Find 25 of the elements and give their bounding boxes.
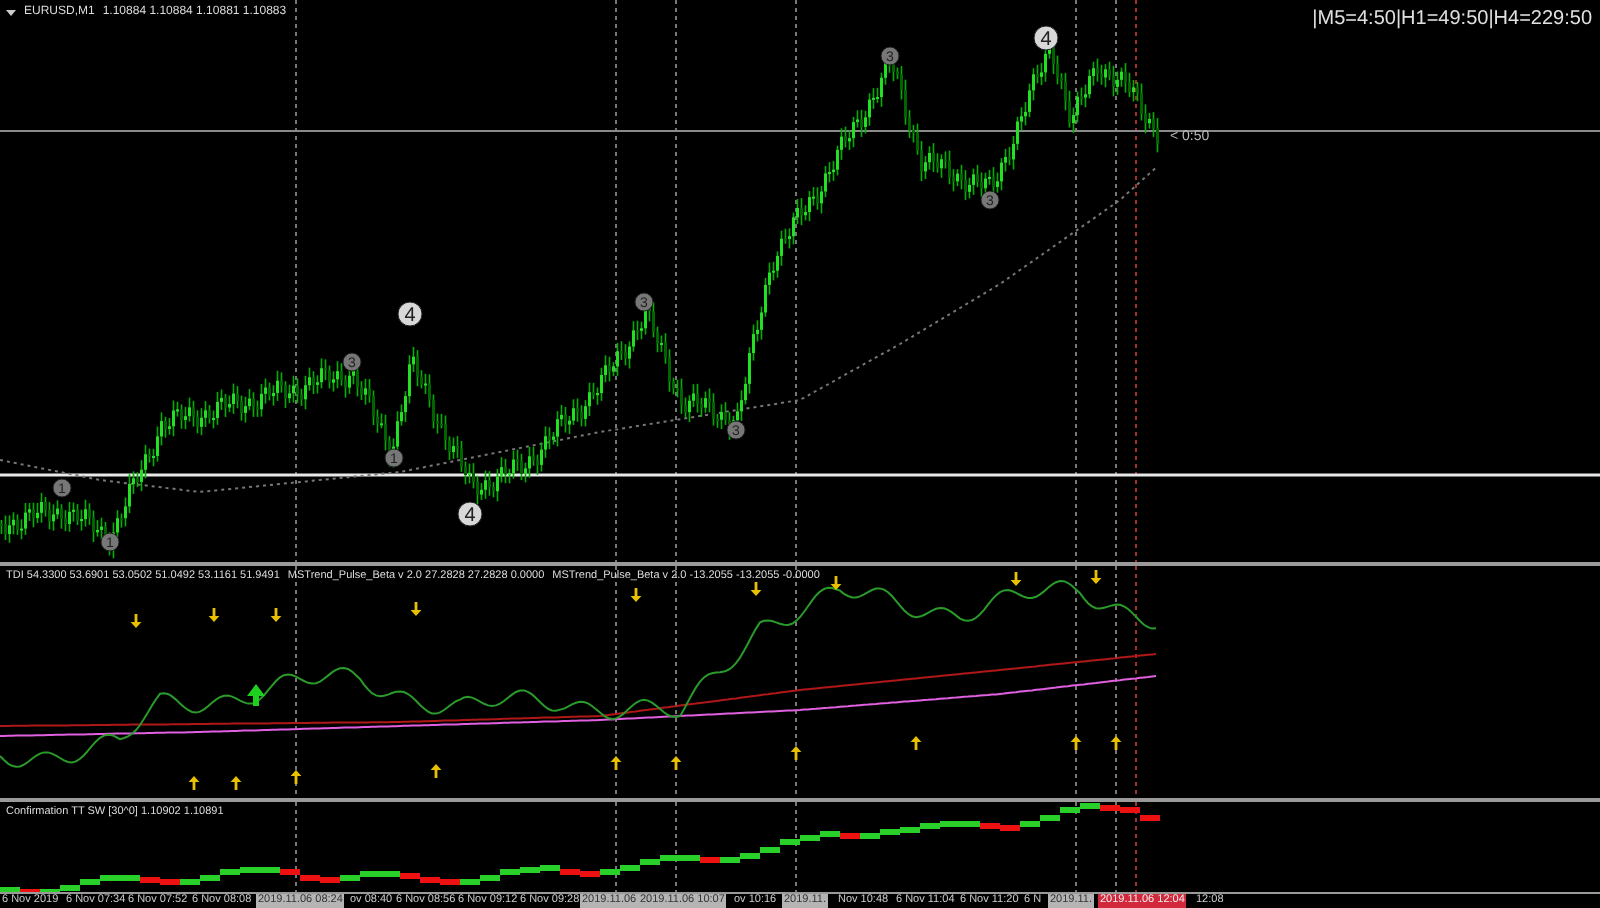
up-arrow-icon bbox=[910, 736, 922, 750]
down-arrow-icon bbox=[130, 614, 142, 628]
up-arrow-icon bbox=[188, 776, 200, 790]
up-arrow-icon bbox=[1110, 736, 1122, 750]
down-arrow-icon bbox=[208, 608, 220, 622]
down-arrow-icon bbox=[1010, 572, 1022, 586]
down-arrow-icon bbox=[830, 576, 842, 590]
up-arrow-icon bbox=[230, 776, 242, 790]
down-arrow-icon bbox=[270, 608, 282, 622]
up-arrow-icon bbox=[670, 756, 682, 770]
down-arrow-icon bbox=[1090, 570, 1102, 584]
up-arrow-icon bbox=[1070, 736, 1082, 750]
wave-label: 4 bbox=[457, 501, 483, 527]
up-arrow-icon bbox=[610, 756, 622, 770]
up-arrow-icon bbox=[790, 746, 802, 760]
up-arrow-icon bbox=[247, 684, 265, 706]
up-arrow-icon bbox=[290, 770, 302, 784]
wave-label: 4 bbox=[397, 301, 423, 327]
timeframe-timer: |M5=4:50|H1=49:50|H4=229:50 bbox=[1312, 10, 1592, 30]
down-arrow-icon bbox=[410, 602, 422, 616]
down-arrow-icon bbox=[750, 582, 762, 596]
down-arrow-icon bbox=[630, 588, 642, 602]
up-arrow-icon bbox=[430, 764, 442, 778]
dropdown-icon[interactable] bbox=[6, 9, 16, 15]
wave-label: 4 bbox=[1033, 25, 1059, 51]
